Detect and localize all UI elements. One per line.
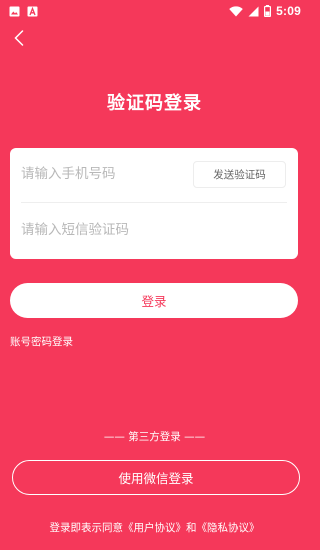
sms-code-input[interactable]	[21, 218, 281, 242]
agreement-text[interactable]: 登录即表示同意《用户协议》和《隐私协议》	[0, 520, 309, 535]
wifi-icon	[229, 2, 243, 21]
status-left	[9, 2, 38, 21]
page-title: 验证码登录	[107, 93, 202, 114]
battery-icon	[264, 2, 272, 21]
third-party-login-label: —— 第三方登录 ——	[103, 431, 206, 443]
text-a-icon	[27, 2, 38, 21]
send-code-button[interactable]: 发送验证码	[193, 161, 286, 188]
phone-input[interactable]	[21, 162, 186, 186]
status-right: 5:09	[229, 2, 301, 21]
login-form-card: 发送验证码	[10, 148, 298, 259]
image-icon	[9, 2, 20, 21]
account-password-login-link[interactable]: 账号密码登录	[10, 334, 73, 349]
status-bar: 5:09	[0, 0, 309, 22]
wechat-login-button[interactable]: 使用微信登录	[12, 460, 300, 495]
chevron-left-icon	[14, 30, 24, 50]
login-button[interactable]: 登录	[10, 283, 298, 318]
form-divider	[21, 202, 287, 203]
signal-icon	[248, 2, 259, 21]
status-time: 5:09	[276, 4, 301, 18]
back-button[interactable]	[10, 30, 28, 50]
